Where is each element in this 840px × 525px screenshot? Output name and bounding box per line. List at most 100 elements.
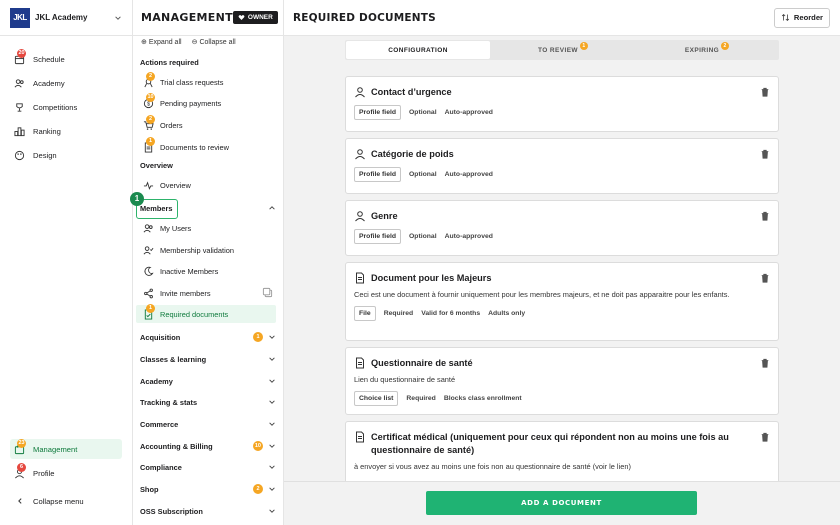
group-label: Acquisition [140,332,181,342]
tab-label: EXPIRING [684,46,720,54]
menu-label: My Users [160,223,192,233]
owner-badge: OWNER [232,11,278,24]
document-card[interactable]: Contact d’urgence Profile field Optional… [345,76,779,132]
card-title: Certificat médical (uniquement pour ceux… [371,432,729,455]
chevron-down-icon [269,379,275,383]
field-type-tag: File [354,306,376,321]
tag: Blocks class enrollment [443,395,522,402]
cart-icon: 2 [143,114,155,131]
management-icon: 23 [14,438,26,455]
reorder-button[interactable]: Reorder [773,7,830,28]
trash-icon[interactable] [760,87,770,97]
tag: Required [383,310,414,317]
menu-invite-members[interactable]: Invite members [143,284,273,302]
menu-label: Overview [160,180,191,190]
group-shop[interactable]: Shop 2 [140,480,276,498]
tab-to-review[interactable]: TO REVIEW 1 [491,40,635,60]
menu-orders[interactable]: 2 Orders [143,114,273,134]
group-classes-learning[interactable]: Classes & learning [140,350,276,368]
badge: 1 [146,136,155,146]
org-switcher[interactable]: JKL JKL Academy [0,0,132,36]
card-description: Ceci est une document à fournir uniqueme… [354,290,730,299]
ranking-icon [14,126,25,137]
collapse-menu-button[interactable]: Collapse menu [10,491,122,511]
collapse-all-button[interactable]: ⊖ Collapse all [192,38,236,46]
owner-label: OWNER [247,14,273,21]
card-description: Lien du questionnaire de santé [354,375,456,384]
expand-all-button[interactable]: ⊕ Expand all [141,38,182,46]
nav-schedule[interactable]: 20 Schedule [10,48,122,69]
trash-icon[interactable] [760,273,770,283]
add-document-button[interactable]: ADD A DOCUMENT [426,491,697,515]
group-academy[interactable]: Academy [140,372,276,390]
trash-icon[interactable] [760,432,770,442]
menu-my-users[interactable]: My Users [143,219,273,237]
nav-label: Management [33,444,78,454]
menu-label: Trial class requests [160,77,224,87]
chevron-down-icon [269,465,275,469]
collapse-label: Collapse menu [33,496,84,506]
menu-pending-payments[interactable]: $ 10 Pending payments [143,92,273,112]
nav-design[interactable]: Design [10,145,122,165]
group-commerce[interactable]: Commerce [140,415,276,433]
document-card[interactable]: Genre Profile field Optional Auto-approv… [345,200,779,256]
users-icon [143,223,154,234]
management-badge: 23 [17,438,26,448]
card-title: Catégorie de poids [371,149,454,159]
tab-label: CONFIGURATION [388,46,448,54]
trash-icon[interactable] [760,211,770,221]
left-nav: JKL JKL Academy 20 Schedule Academy Comp… [0,0,133,525]
tag: Optional [409,109,437,116]
document-card[interactable]: Document pour les Majeurs Ceci est une d… [345,262,779,341]
user-icon [355,149,365,160]
nav-label: Ranking [33,126,61,136]
tag: Adults only [488,310,526,317]
overview-heading: Overview [140,161,173,170]
chevron-down-icon [269,400,275,404]
menu-documents-to-review[interactable]: 1 Documents to review [143,136,273,156]
document-check-icon: 1 [143,303,155,320]
group-label: OSS Subscription [140,506,203,516]
tab-expiring[interactable]: EXPIRING 2 [635,40,779,60]
sort-icon [781,13,790,22]
step-marker: 1 [130,192,144,206]
menu-membership-validation[interactable]: Membership validation [143,241,273,259]
badge: 2 [146,71,155,81]
tag: Auto-approved [444,109,493,116]
trash-icon[interactable] [760,358,770,368]
document-card[interactable]: Catégorie de poids Profile field Optiona… [345,138,779,194]
trophy-icon [14,102,25,113]
copy-icon[interactable] [262,287,273,300]
document-card[interactable]: Questionnaire de santé Lien du questionn… [345,347,779,415]
expand-all-label: Expand all [148,39,182,46]
tab-bar: CONFIGURATION TO REVIEW 1 EXPIRING 2 [345,40,779,60]
nav-academy[interactable]: Academy [10,73,122,93]
group-accounting-billing[interactable]: Accounting & Billing 10 [140,437,276,455]
menu-label: Pending payments [160,98,222,108]
group-acquisition[interactable]: Acquisition 1 [140,328,276,346]
group-oss-subscription[interactable]: OSS Subscription [140,502,276,520]
group-tracking-stats[interactable]: Tracking & stats [140,393,276,411]
menu-label: Invite members [160,288,211,298]
tab-configuration[interactable]: CONFIGURATION [346,41,490,59]
group-compliance[interactable]: Compliance [140,458,276,476]
expand-icon: ⊕ [141,39,147,46]
chevron-down-icon [269,444,275,448]
menu-required-documents[interactable]: 1 Required documents [136,303,276,323]
schedule-badge: 20 [17,48,26,58]
nav-ranking[interactable]: Ranking [10,121,122,141]
card-title: Contact d’urgence [371,87,452,97]
menu-label: Documents to review [160,142,230,152]
trash-icon[interactable] [760,149,770,159]
chevron-down-icon [269,509,275,513]
menu-overview[interactable]: Overview [143,176,273,194]
management-title: MANAGEMENT [141,11,233,24]
group-label: Accounting & Billing [140,441,213,451]
document-icon: 1 [143,136,155,153]
nav-management[interactable]: 23 Management [10,438,122,459]
nav-competitions[interactable]: Competitions [10,97,122,117]
menu-inactive-members[interactable]: Inactive Members [143,262,273,280]
user-icon [355,87,365,98]
nav-profile[interactable]: 6 Profile [10,462,122,483]
menu-trial-class-requests[interactable]: 2 Trial class requests [143,71,273,91]
